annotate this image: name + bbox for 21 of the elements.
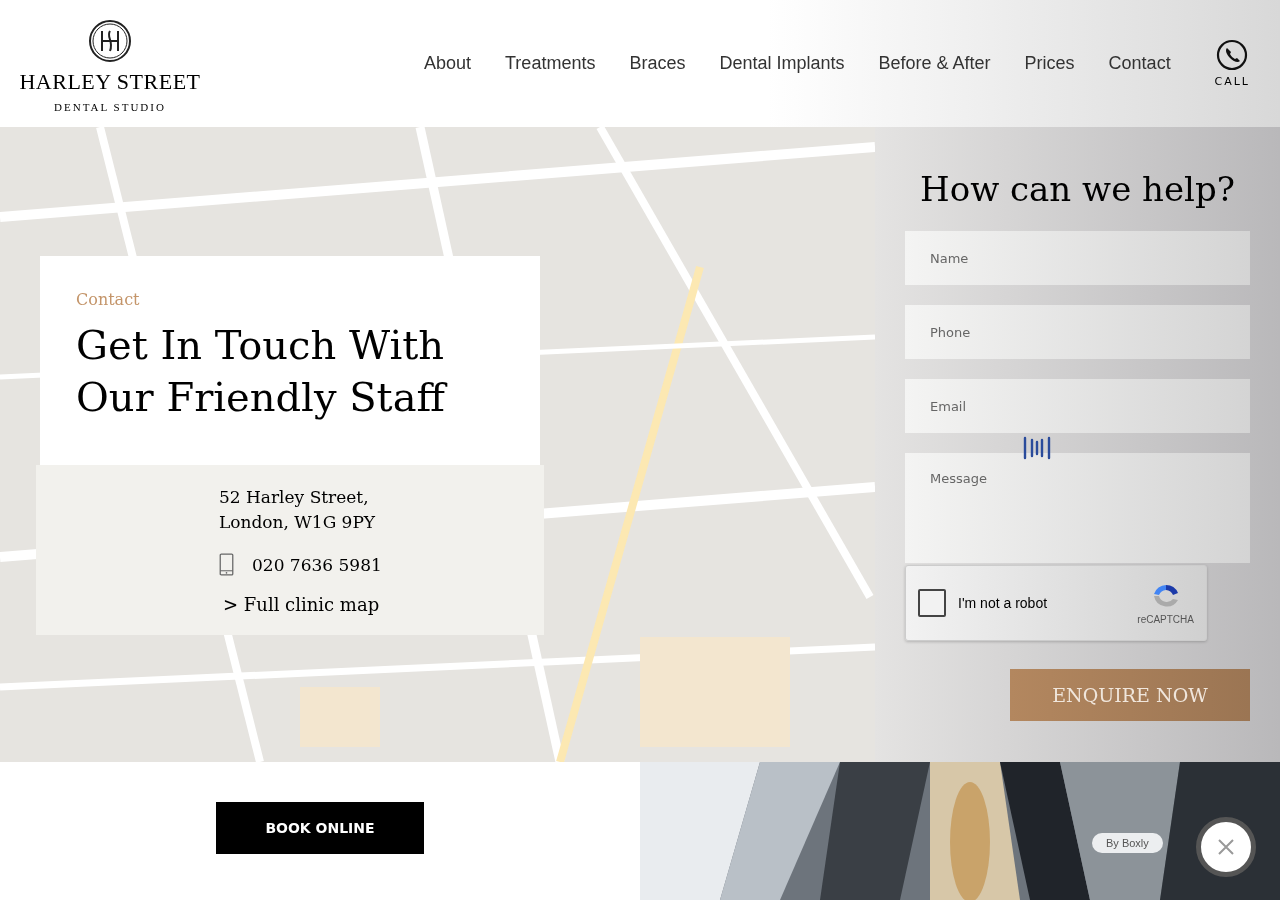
nav-link[interactable]: Braces	[629, 53, 686, 74]
boxly-badge[interactable]: By Boxly	[1092, 833, 1163, 853]
nav-link[interactable]: Contact	[1108, 53, 1171, 74]
captcha-label: I'm not a robot	[958, 595, 1048, 611]
close-icon	[1216, 837, 1236, 857]
book-online-button[interactable]: BOOK ONLINE	[216, 802, 424, 854]
nav-link[interactable]: Dental Implants	[719, 53, 845, 74]
nav-link[interactable]: Treatments	[505, 53, 596, 74]
form-title: How can we help?	[919, 169, 1236, 209]
nav-link[interactable]: Prices	[1024, 53, 1075, 74]
nav-link[interactable]: About	[424, 53, 472, 74]
logo-subtitle: DENTAL STUDIO	[54, 100, 166, 113]
message-field[interactable]: Message	[905, 453, 1250, 563]
captcha-brand: reCAPTCHA	[1137, 613, 1194, 625]
nav-link[interactable]: Before & After	[878, 53, 991, 74]
captcha-checkbox[interactable]	[918, 589, 946, 617]
input-field[interactable]: Name	[905, 231, 1250, 285]
input-field[interactable]: Email	[905, 379, 1250, 433]
logo-emblem-icon	[88, 18, 132, 63]
input-field[interactable]: Phone	[905, 305, 1250, 359]
logo-name: HARLEY STREET	[19, 68, 201, 95]
